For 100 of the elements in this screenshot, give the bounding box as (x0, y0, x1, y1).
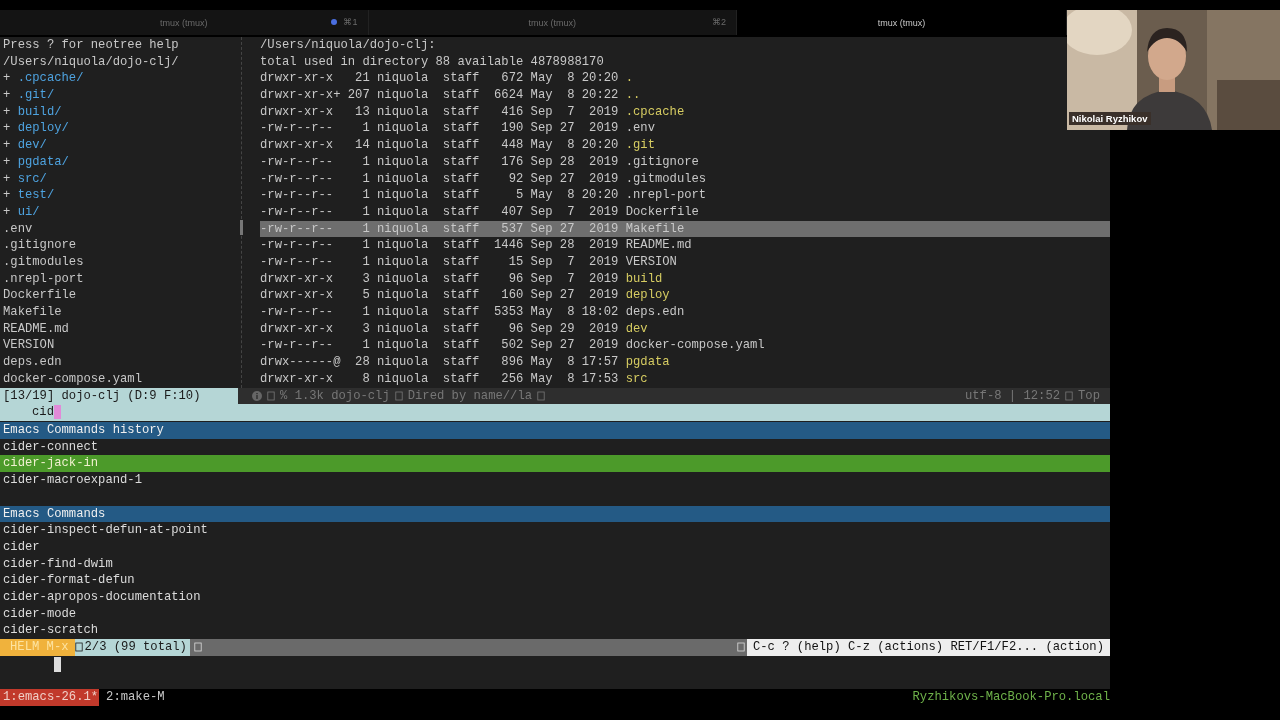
file-name[interactable]: .gitmodules (625, 170, 707, 188)
folder-name[interactable]: pgdata/ (17, 154, 69, 169)
tree-folder[interactable]: + dev/ (3, 137, 238, 154)
file-name[interactable]: Dockerfile (625, 203, 699, 221)
file-name[interactable]: deps.edn (625, 304, 685, 321)
tmux-window[interactable]: 1:emacs-26.1* (0, 689, 100, 706)
folder-name[interactable]: test/ (17, 188, 55, 203)
help-text: Press ? for neotree help (3, 37, 180, 54)
file-details: drwxr-xr-x 14 niquola staff 448 May 8 20:20 (260, 137, 620, 154)
expand-marker[interactable]: + (3, 88, 18, 103)
tree-folder[interactable]: + .cpcache/ (3, 70, 238, 88)
command-item[interactable]: cider-mode (0, 605, 1110, 623)
text-cursor (54, 656, 61, 672)
file-details: -rw-r--r-- 1 niquola staff 190 Sep 27 2019 (260, 120, 620, 138)
encoding-time: utf-8 | 12:52 (964, 387, 1061, 405)
scrollbar-thumb[interactable] (240, 220, 243, 235)
tree-file[interactable]: deps.edn (3, 354, 238, 371)
folder-name[interactable]: src/ (17, 171, 47, 186)
command-item[interactable]: cider-find-dwim (0, 555, 1110, 573)
buffer-position: Top (1078, 387, 1100, 405)
directory-total: total used in directory 88 available 4878988170 (260, 53, 605, 71)
tree-file[interactable]: README.md (3, 320, 238, 338)
command-item[interactable]: cider (0, 538, 1110, 556)
file-name[interactable]: .nrepl-port (625, 187, 707, 204)
file-name[interactable]: .gitignore (625, 153, 699, 171)
folder-name[interactable]: deploy (625, 287, 670, 304)
command-item[interactable]: cider-scratch (0, 622, 1110, 639)
folder-name[interactable]: build/ (17, 104, 62, 119)
tree-file[interactable]: .nrepl-port (3, 270, 238, 288)
expand-marker[interactable]: + (3, 188, 18, 203)
command-item[interactable]: cider-apropos-documentation (0, 588, 1110, 606)
folder-name[interactable]: .cpcache (625, 103, 685, 121)
candidate-count: 2/3 (99 total) (84, 639, 187, 656)
glyph-box-icon (74, 642, 83, 653)
major-mode: Dired by name//la (407, 387, 533, 405)
folder-name[interactable]: . (625, 70, 633, 88)
helm-mode: HELM M-x (0, 639, 75, 656)
expand-marker[interactable]: + (3, 71, 18, 86)
command-item[interactable]: cider-macroexpand-1 (0, 472, 1110, 489)
command-item[interactable]: cider-connect (0, 438, 1110, 456)
terminal-tab[interactable]: tmux (tmux) (737, 10, 1067, 35)
info-icon (252, 391, 262, 402)
tree-folder[interactable]: + pgdata/ (3, 153, 238, 171)
tree-file[interactable]: VERSION (3, 337, 238, 355)
section-header: Emacs Commands history (0, 422, 1110, 439)
tree-folder[interactable]: + .git/ (3, 87, 238, 104)
expand-marker[interactable]: + (3, 121, 18, 136)
terminal-tab[interactable]: tmux (tmux) ⌘1 (0, 10, 369, 35)
folder-name[interactable]: src (625, 370, 648, 388)
file-details: drwxr-xr-x 5 niquola staff 160 Sep 27 2019 (260, 287, 620, 304)
tree-file[interactable]: Makefile (3, 304, 238, 321)
expand-marker[interactable]: + (3, 138, 18, 153)
tree-file[interactable]: docker-compose.yaml (3, 370, 238, 388)
tree-folder[interactable]: + deploy/ (3, 120, 238, 138)
expand-marker[interactable]: + (3, 171, 18, 186)
folder-name[interactable]: .git (625, 137, 655, 154)
tmux-window[interactable]: 2:make-M (106, 689, 165, 706)
folder-name[interactable]: dev (625, 320, 648, 338)
command-item[interactable]: cider-inspect-defun-at-point (0, 522, 1110, 539)
file-details: -rw-r--r-- 1 niquola staff 92 Sep 27 2019 (260, 170, 620, 188)
tree-folder[interactable]: + src/ (3, 170, 238, 188)
tab-title: tmux (tmux) (528, 17, 576, 28)
file-details: drwxr-xr-x 3 niquola staff 96 Sep 29 2019 (260, 320, 620, 338)
tab-title: tmux (tmux) (877, 17, 926, 28)
expand-marker[interactable]: + (3, 104, 18, 119)
tree-folder[interactable]: + test/ (3, 187, 238, 204)
glyph-box-icon (537, 391, 546, 402)
file-details: -rw-r--r-- 1 niquola staff 5 May 8 20:20 (260, 187, 620, 204)
expand-marker[interactable]: + (3, 204, 18, 219)
tree-file[interactable]: Dockerfile (3, 287, 238, 304)
command-input[interactable]: cid (32, 404, 54, 422)
tree-file[interactable]: .gitmodules (3, 253, 238, 271)
command-item[interactable]: cider-format-defun (0, 572, 1110, 589)
tab-shortcut: ⌘1 (343, 17, 358, 27)
folder-name[interactable]: .git/ (17, 88, 55, 103)
buffer-size: % 1.3k dojo-clj (280, 387, 390, 405)
expand-marker[interactable]: + (3, 154, 18, 169)
glyph-box-icon (1065, 391, 1074, 402)
file-name[interactable]: VERSION (625, 253, 677, 271)
tree-folder[interactable]: + ui/ (3, 203, 238, 221)
folder-name[interactable]: dev/ (17, 138, 47, 153)
tab-title: tmux (tmux) (160, 17, 208, 28)
file-name[interactable]: .env (625, 120, 655, 138)
tree-file[interactable]: .env (3, 220, 238, 238)
folder-name[interactable]: build (625, 270, 663, 288)
glyph-box-icon (267, 391, 275, 402)
glyph-box-icon (394, 391, 403, 402)
folder-name[interactable]: .cpcache/ (17, 71, 84, 86)
glyph-box-icon (736, 642, 745, 653)
tree-file[interactable]: .gitignore (3, 237, 238, 254)
directory-header: /Users/niquola/dojo-clj: (260, 37, 437, 54)
folder-name[interactable]: ui/ (17, 204, 40, 219)
file-name[interactable]: README.md (625, 237, 692, 254)
folder-name[interactable]: .. (625, 87, 641, 104)
file-name[interactable]: docker-compose.yaml (625, 337, 765, 355)
folder-name[interactable]: deploy/ (17, 121, 69, 136)
tree-folder[interactable]: + build/ (3, 103, 238, 121)
file-details: drwxr-xr-x 3 niquola staff 96 Sep 7 2019 (260, 270, 620, 288)
folder-name[interactable]: pgdata (625, 354, 670, 371)
host-name: Ryzhikovs-MacBook-Pro.local (912, 689, 1110, 706)
